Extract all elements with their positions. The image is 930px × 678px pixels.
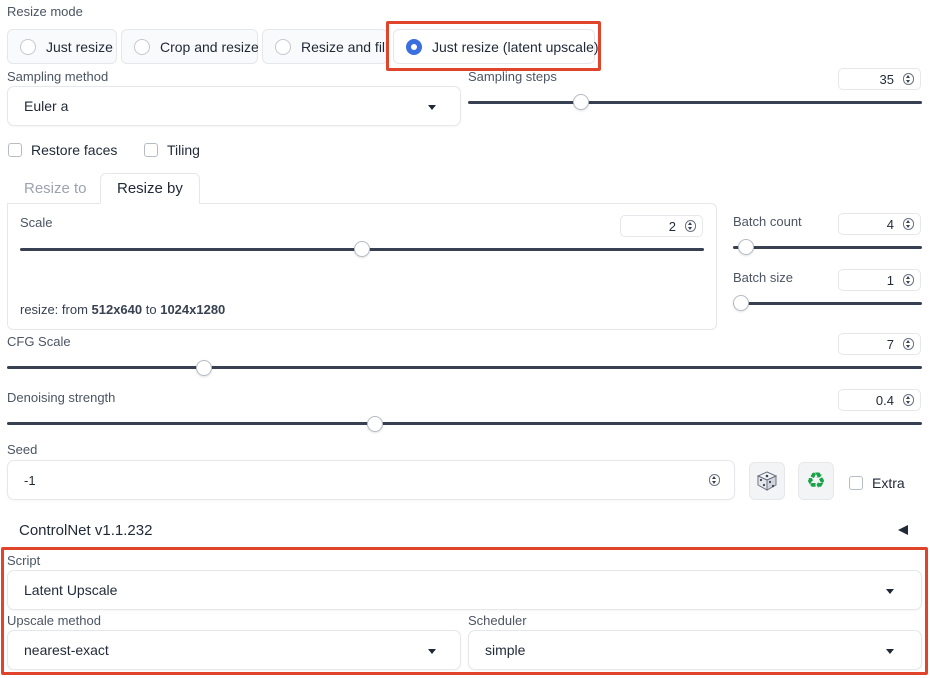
denoising-strength-slider-track[interactable] <box>7 422 922 425</box>
radio-checked-icon <box>406 38 422 55</box>
sampling-steps-slider-track[interactable] <box>468 101 922 104</box>
seed-input[interactable]: -1 <box>7 460 735 500</box>
scheduler-dropdown[interactable]: simple <box>468 630 922 670</box>
cfg-scale-slider-track[interactable] <box>7 366 922 369</box>
scale-input[interactable]: 2 <box>620 215 703 237</box>
resize-info-to: 1024x1280 <box>160 302 226 317</box>
scale-value: 2 <box>668 218 676 234</box>
radio-resize-and-fill[interactable]: Resize and fill <box>262 29 388 64</box>
spinner-icon[interactable] <box>903 338 914 350</box>
upscale-method-value: nearest-exact <box>24 642 109 658</box>
resize-info-text: resize: from 512x640 to 1024x1280 <box>20 302 225 317</box>
batch-size-input[interactable]: 1 <box>838 269 921 291</box>
radio-just-resize-latent-upscale[interactable]: Just resize (latent upscale) <box>393 29 599 64</box>
spinner-icon[interactable] <box>903 394 914 406</box>
radio-label: Resize and fill <box>301 38 389 55</box>
cfg-scale-slider-thumb[interactable] <box>195 360 212 376</box>
sampling-steps-input[interactable]: 35 <box>838 68 921 90</box>
tab-resize-by[interactable]: Resize by <box>100 173 200 204</box>
spinner-icon[interactable] <box>903 274 914 286</box>
spinner-icon[interactable] <box>685 220 696 232</box>
sampling-steps-slider-thumb[interactable] <box>573 94 590 110</box>
batch-count-slider-track[interactable] <box>733 246 922 249</box>
denoising-strength-slider-thumb[interactable] <box>366 416 383 432</box>
extra-label: Extra <box>872 475 905 491</box>
spinner-icon[interactable] <box>903 218 914 230</box>
sampling-steps-value: 35 <box>879 71 894 87</box>
scheduler-label: Scheduler <box>468 613 527 628</box>
chevron-down-icon <box>886 649 894 654</box>
random-seed-button[interactable] <box>749 462 785 500</box>
sampling-method-label: Sampling method <box>7 69 109 84</box>
scale-slider-thumb[interactable] <box>354 241 370 257</box>
reuse-seed-button[interactable]: ♻ <box>798 462 834 500</box>
radio-crop-and-resize[interactable]: Crop and resize <box>121 29 259 64</box>
scheduler-value: simple <box>485 642 526 658</box>
resize-mode-label: Resize mode <box>7 4 83 19</box>
tab-resize-to[interactable]: Resize to <box>24 180 87 197</box>
chevron-down-icon <box>428 649 436 654</box>
scale-label: Scale <box>20 215 53 230</box>
extra-checkbox[interactable] <box>849 476 863 490</box>
denoising-strength-label: Denoising strength <box>7 390 116 405</box>
chevron-down-icon <box>428 105 436 110</box>
script-value: Latent Upscale <box>24 582 118 598</box>
resize-info-prefix: resize: from <box>20 302 92 317</box>
chevron-down-icon <box>886 589 894 594</box>
cfg-scale-input[interactable]: 7 <box>838 333 921 355</box>
sampling-method-value: Euler a <box>24 98 69 114</box>
radio-circle-icon <box>20 38 36 55</box>
upscale-method-dropdown[interactable]: nearest-exact <box>7 630 461 670</box>
upscale-method-label: Upscale method <box>7 613 101 628</box>
dice-icon <box>756 471 778 491</box>
denoising-strength-input[interactable]: 0.4 <box>838 389 921 411</box>
cfg-scale-label: CFG Scale <box>7 334 71 349</box>
restore-faces-label: Restore faces <box>31 142 118 158</box>
triangle-left-icon[interactable] <box>898 525 908 535</box>
controlnet-accordion-title[interactable]: ControlNet v1.1.232 <box>19 522 152 539</box>
batch-count-input[interactable]: 4 <box>838 213 921 235</box>
batch-count-value: 4 <box>886 216 894 232</box>
tiling-label: Tiling <box>167 142 200 158</box>
sampling-method-dropdown[interactable]: Euler a <box>7 86 461 126</box>
tiling-checkbox[interactable] <box>144 143 158 157</box>
batch-count-slider-thumb[interactable] <box>738 239 755 255</box>
seed-value: -1 <box>24 472 36 488</box>
radio-label: Just resize (latent upscale) <box>432 38 599 55</box>
sampling-steps-label: Sampling steps <box>468 69 557 84</box>
radio-circle-icon <box>134 38 150 55</box>
radio-circle-icon <box>275 38 291 55</box>
radio-label: Crop and resize <box>160 38 259 55</box>
radio-just-resize[interactable]: Just resize <box>7 29 117 64</box>
seed-label: Seed <box>7 442 38 457</box>
denoising-strength-value: 0.4 <box>875 392 894 408</box>
resize-info-mid: to <box>142 302 161 317</box>
batch-size-value: 1 <box>886 272 894 288</box>
batch-count-label: Batch count <box>733 214 802 229</box>
restore-faces-checkbox[interactable] <box>8 143 22 157</box>
radio-label: Just resize <box>46 38 113 55</box>
spinner-icon[interactable] <box>709 474 720 486</box>
script-label: Script <box>7 553 41 568</box>
recycle-icon: ♻ <box>806 468 826 493</box>
resize-info-from: 512x640 <box>91 302 143 317</box>
spinner-icon[interactable] <box>903 73 914 85</box>
batch-size-slider-thumb[interactable] <box>733 295 749 311</box>
script-dropdown[interactable]: Latent Upscale <box>7 570 922 610</box>
batch-size-label: Batch size <box>733 270 793 285</box>
cfg-scale-value: 7 <box>886 336 894 352</box>
batch-size-slider-track[interactable] <box>733 302 922 305</box>
